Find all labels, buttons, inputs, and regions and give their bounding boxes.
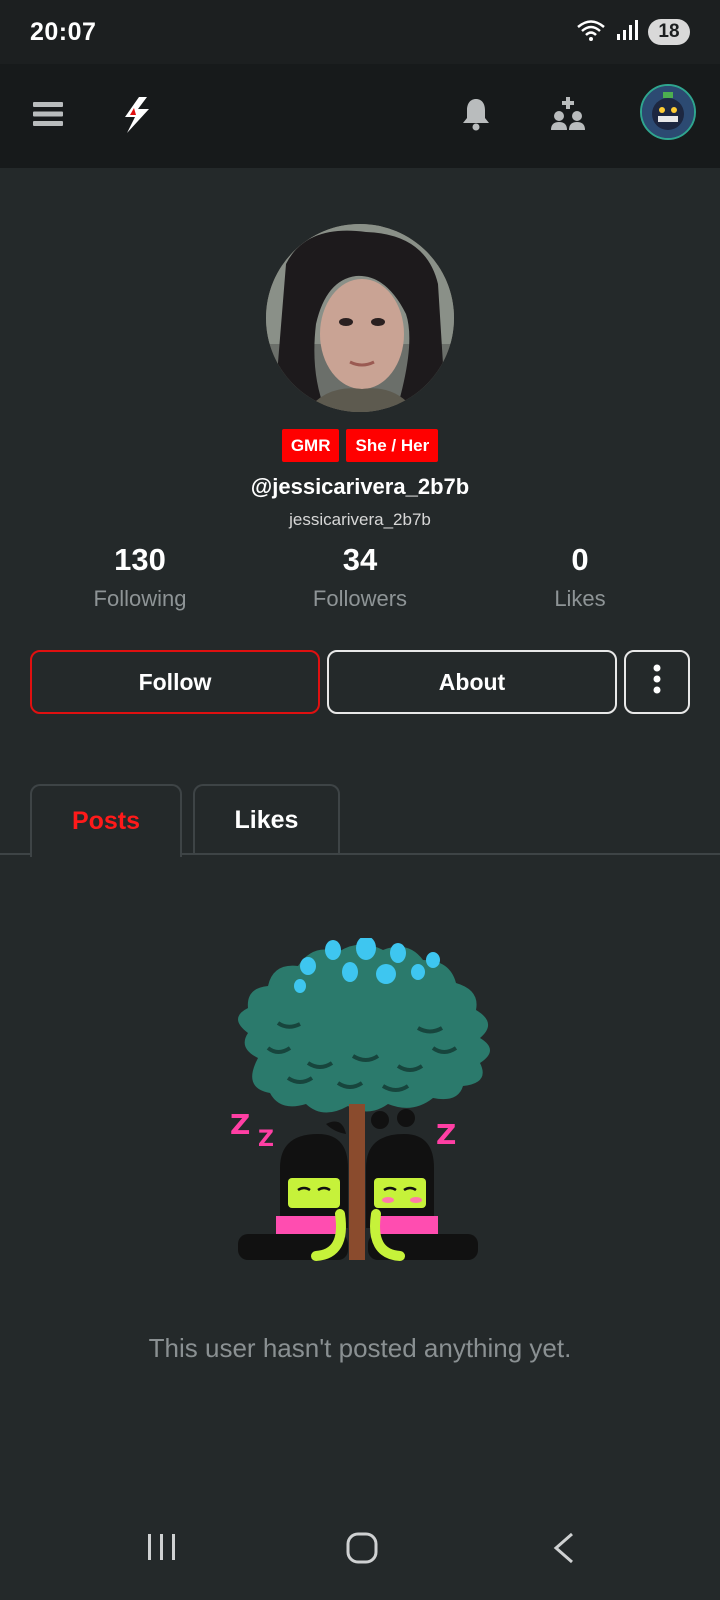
stat-likes-label: Likes bbox=[554, 586, 606, 611]
about-button[interactable]: About bbox=[327, 650, 617, 714]
more-options-button[interactable] bbox=[624, 650, 690, 714]
battery-icon: 18 bbox=[648, 19, 690, 45]
stat-likes-value: 0 bbox=[571, 542, 589, 577]
profile-handle: @jessicarivera_2b7b bbox=[250, 474, 470, 499]
svg-text:Z: Z bbox=[436, 1118, 456, 1151]
app-bar bbox=[0, 64, 720, 168]
tab-likes[interactable]: Likes bbox=[193, 784, 340, 855]
stat-followers-value: 34 bbox=[342, 542, 378, 577]
signal-icon bbox=[616, 19, 638, 46]
more-vertical-icon bbox=[653, 664, 661, 700]
menu-icon[interactable] bbox=[28, 94, 68, 134]
user-avatar[interactable] bbox=[640, 84, 696, 140]
status-bar: 20:07 18 bbox=[0, 0, 720, 64]
wifi-icon bbox=[576, 18, 606, 47]
stat-likes[interactable]: 0 Likes bbox=[480, 540, 680, 612]
stat-followers[interactable]: 34 Followers bbox=[260, 540, 460, 612]
stat-followers-label: Followers bbox=[312, 586, 408, 611]
system-nav-bar bbox=[0, 1500, 720, 1600]
badge-row: GMR She / Her bbox=[0, 429, 720, 462]
svg-text:Z: Z bbox=[258, 1127, 274, 1152]
badge-gmr: GMR bbox=[281, 429, 340, 462]
people-icon[interactable] bbox=[546, 92, 590, 136]
profile-username: jessicarivera_2b7b bbox=[289, 510, 431, 529]
svg-text:Z: Z bbox=[230, 1108, 250, 1141]
bell-icon[interactable] bbox=[456, 92, 496, 136]
follow-button[interactable]: Follow bbox=[30, 650, 320, 714]
stat-following-value: 130 bbox=[114, 542, 166, 577]
sleeping-under-tree-illustration: Z Z Z bbox=[218, 936, 502, 1284]
status-time: 20:07 bbox=[30, 17, 97, 46]
stat-following-label: Following bbox=[93, 586, 187, 611]
status-icons: 18 bbox=[576, 18, 690, 47]
empty-state-message: This user hasn't posted anything yet. bbox=[148, 1333, 572, 1363]
recent-apps-icon[interactable] bbox=[146, 1532, 178, 1562]
back-icon[interactable] bbox=[552, 1532, 576, 1564]
tab-posts[interactable]: Posts bbox=[30, 784, 182, 857]
badge-pronouns: She / Her bbox=[346, 429, 439, 462]
home-icon[interactable] bbox=[346, 1532, 378, 1564]
logo-icon[interactable] bbox=[112, 92, 162, 138]
profile-photo bbox=[266, 224, 454, 412]
stat-following[interactable]: 130 Following bbox=[40, 540, 240, 612]
